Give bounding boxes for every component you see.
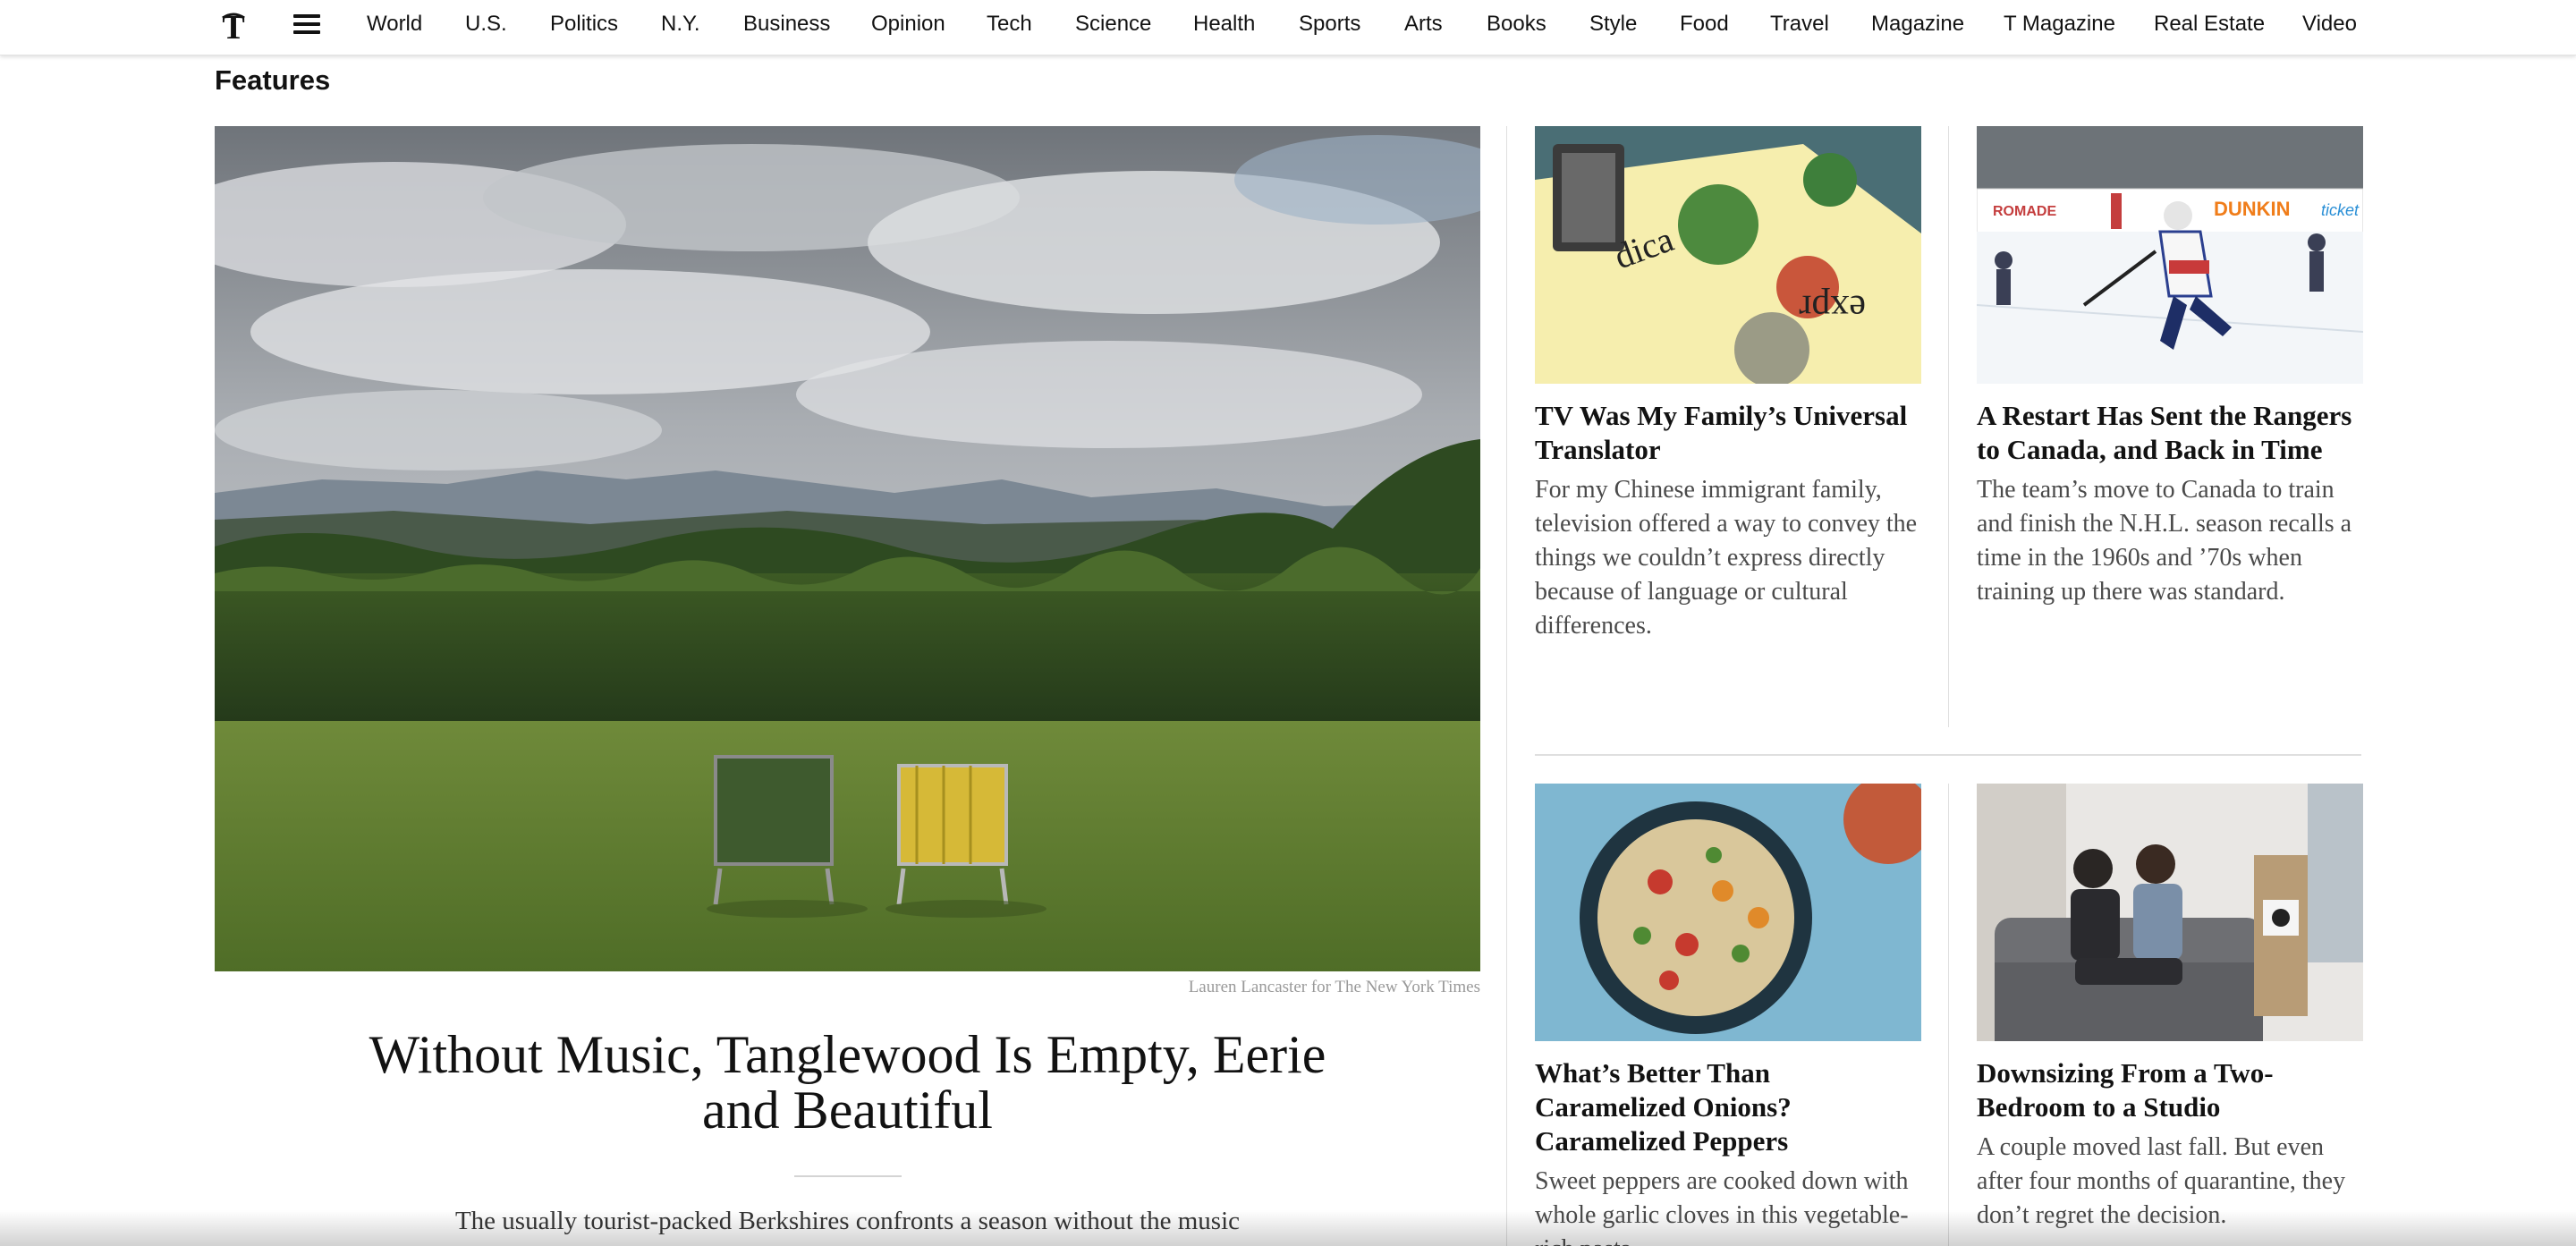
nav-item-politics[interactable]: Politics [550, 12, 618, 37]
row-divider [1535, 754, 2361, 756]
story-image-peppers[interactable] [1535, 784, 1921, 1041]
svg-text:expr: expr [1799, 287, 1866, 328]
story-summary: The team’s move to Canada to train and f… [1977, 476, 2352, 606]
nav-item-magazine[interactable]: Magazine [1871, 12, 1964, 37]
story-headline[interactable]: A Restart Has Sent the Rangers to Canada… [1977, 399, 2363, 467]
nav-item-us[interactable]: U.S. [465, 12, 507, 37]
nav-item-food[interactable]: Food [1680, 12, 1729, 37]
story-headline[interactable]: Downsizing From a Two-Bedroom to a Studi… [1977, 1056, 2363, 1124]
story-card-tv: dica expr TV Was My Family’s Universal T… [1535, 126, 1921, 643]
column-divider [1506, 126, 1507, 1246]
lead-headline[interactable]: Without Music, Tanglewood Is Empty, Eeri… [358, 1027, 1337, 1138]
section-nav: World U.S. Politics N.Y. Business Opinio… [0, 0, 2576, 55]
board-text: ROMADE [1993, 204, 2056, 219]
nav-item-travel[interactable]: Travel [1770, 12, 1829, 37]
board-text: DUNKIN [2214, 198, 2291, 220]
headline-divider [794, 1175, 902, 1177]
story-summary: For my Chinese immigrant family, televis… [1535, 476, 1918, 640]
nav-item-books[interactable]: Books [1487, 12, 1546, 37]
nav-item-video[interactable]: Video [2302, 12, 2357, 37]
photo-credit: Lauren Lancaster for The New York Times [1188, 978, 1480, 996]
top-nav: T World U.S. Politics N.Y. Business Opin… [0, 0, 2576, 55]
card-divider-top [1948, 126, 1949, 727]
nav-item-world[interactable]: World [367, 12, 422, 37]
nav-item-health[interactable]: Health [1193, 12, 1255, 37]
nav-item-t-magazine[interactable]: T Magazine [2004, 12, 2115, 37]
story-summary: A couple moved last fall. But even after… [1977, 1133, 2346, 1229]
story-headline[interactable]: TV Was My Family’s Universal Translator [1535, 399, 1921, 467]
nav-item-science[interactable]: Science [1075, 12, 1151, 37]
nav-item-opinion[interactable]: Opinion [871, 12, 945, 37]
nav-item-style[interactable]: Style [1589, 12, 1637, 37]
nav-item-business[interactable]: Business [743, 12, 830, 37]
card-divider-bottom [1948, 784, 1949, 1246]
story-headline[interactable]: What’s Better Than Caramelized Onions? C… [1535, 1056, 1921, 1158]
section-title[interactable]: Features [215, 64, 330, 97]
lead-story-image[interactable] [215, 126, 1480, 971]
nav-item-sports[interactable]: Sports [1299, 12, 1360, 37]
nav-item-arts[interactable]: Arts [1404, 12, 1443, 37]
story-card-rangers: ROMADE DUNKIN ticket A Restart Has Sent … [1977, 126, 2363, 609]
story-image-tv[interactable]: dica expr [1535, 126, 1921, 384]
story-card-peppers: What’s Better Than Caramelized Onions? C… [1535, 784, 1921, 1246]
board-text: ticket [2321, 201, 2360, 219]
lead-summary: The usually tourist-packed Berkshires co… [454, 1207, 1241, 1235]
story-card-studio: Downsizing From a Two-Bedroom to a Studi… [1977, 784, 2363, 1233]
nav-item-real-estate[interactable]: Real Estate [2154, 12, 2265, 37]
story-image-rangers[interactable]: ROMADE DUNKIN ticket [1977, 126, 2363, 384]
nav-item-tech[interactable]: Tech [987, 12, 1032, 37]
nav-item-ny[interactable]: N.Y. [661, 12, 700, 37]
story-summary: Sweet peppers are cooked down with whole… [1535, 1167, 1909, 1246]
story-image-studio[interactable] [1977, 784, 2363, 1041]
